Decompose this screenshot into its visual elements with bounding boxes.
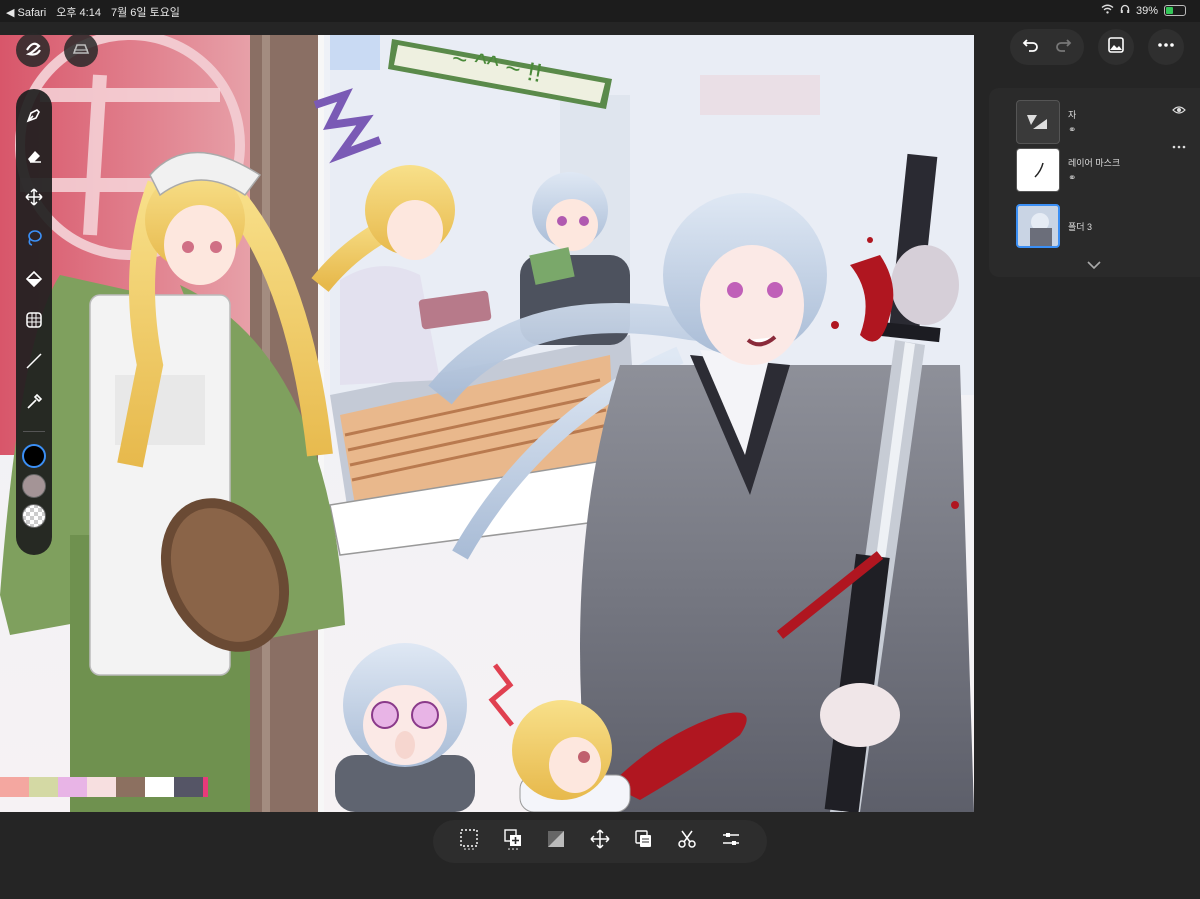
- eraser-tool[interactable]: [20, 144, 48, 172]
- layer-row-folder[interactable]: 폴더 3: [1016, 204, 1092, 248]
- headphones-icon: [1120, 4, 1130, 17]
- battery-percent: 39%: [1135, 4, 1158, 17]
- adjust-button[interactable]: [719, 830, 743, 854]
- palette-color[interactable]: [116, 777, 145, 797]
- layer-name: 자: [1068, 110, 1077, 120]
- palette-color[interactable]: [145, 777, 174, 797]
- gallery-button[interactable]: [1098, 29, 1134, 65]
- gallery-logo-button[interactable]: [16, 33, 50, 67]
- select-icon: [459, 828, 479, 855]
- link-icon: ⚭: [1068, 125, 1077, 136]
- eyedropper-tool[interactable]: [20, 390, 48, 418]
- folder-thumbnail: [1016, 204, 1060, 248]
- undo-redo-group: [1010, 29, 1084, 65]
- layer-options-icon[interactable]: [1172, 136, 1186, 154]
- select-button[interactable]: [457, 828, 481, 855]
- more-options-button[interactable]: [1148, 29, 1184, 65]
- pen-icon: [24, 105, 44, 130]
- fill-tool[interactable]: [20, 267, 48, 295]
- layer-thumbnail: [1016, 100, 1060, 144]
- grid-icon: [24, 310, 44, 335]
- duplicate-icon: [634, 829, 654, 854]
- status-date: 7월 6일 토요일: [110, 7, 180, 19]
- cut-icon: [677, 829, 697, 854]
- transparent-color-swatch[interactable]: [22, 504, 46, 528]
- brush-settings-button[interactable]: [64, 33, 98, 67]
- layer-name: 폴더 3: [1068, 221, 1093, 232]
- lasso-tool[interactable]: [20, 226, 48, 254]
- status-bar: ◀ Safari 오후 4:14 7월 6일 토요일 39%: [0, 0, 1200, 22]
- add-layer-icon: [503, 828, 523, 855]
- line-icon: [24, 351, 44, 376]
- color-palette-strip[interactable]: [0, 777, 208, 797]
- battery-icon: [1164, 5, 1186, 16]
- duplicate-button[interactable]: [632, 830, 656, 854]
- secondary-color-swatch[interactable]: [22, 474, 46, 498]
- layer-row-adjustment[interactable]: 자 ⚭: [1016, 100, 1076, 144]
- redo-icon[interactable]: [1054, 36, 1072, 59]
- adjust-icon: [721, 829, 741, 854]
- link-icon: ⚭: [1068, 173, 1077, 184]
- grid-tool[interactable]: [20, 308, 48, 336]
- layers-panel: 자 ⚭ 레이어 마스크 ⚭ 폴더 3: [989, 88, 1200, 277]
- layer-name: 레이어 마스크: [1068, 158, 1121, 168]
- bottom-toolbar: [433, 820, 767, 863]
- logo-icon: [23, 38, 43, 63]
- chibi-blue: [335, 643, 475, 812]
- palette-color[interactable]: [29, 777, 58, 797]
- palette-color[interactable]: [87, 777, 116, 797]
- drawing-canvas[interactable]: ~ ^^ ~ !!: [0, 35, 974, 812]
- lasso-icon: [24, 228, 44, 253]
- undo-icon[interactable]: [1022, 36, 1040, 59]
- transform-button[interactable]: [588, 829, 612, 854]
- back-to-safari-link[interactable]: ◀ Safari: [6, 6, 46, 19]
- palette-color[interactable]: [0, 777, 29, 797]
- primary-color-swatch[interactable]: [22, 444, 46, 468]
- mask-thumbnail: [1016, 148, 1060, 192]
- procreate-pocket-app: ◀ Safari 오후 4:14 7월 6일 토요일 39% ~ ^^ ~ !!…: [0, 0, 1200, 899]
- toolbar-divider: [23, 431, 45, 432]
- eye-icon[interactable]: [1172, 102, 1186, 120]
- chevron-down-icon[interactable]: [1087, 256, 1101, 274]
- cut-button[interactable]: [675, 830, 699, 854]
- gradient-icon: [546, 829, 566, 854]
- image-icon: [1107, 36, 1125, 59]
- left-toolbar: [16, 89, 52, 555]
- battery-level: [1166, 7, 1174, 14]
- layer-row-mask[interactable]: 레이어 마스크 ⚭: [1016, 148, 1120, 192]
- status-time: 오후 4:14: [56, 7, 101, 19]
- add-layer-button[interactable]: [501, 828, 525, 855]
- pen-tool[interactable]: [20, 103, 48, 131]
- palette-color[interactable]: [58, 777, 87, 797]
- transform-icon: [590, 829, 610, 854]
- ellipsis-icon: [1157, 36, 1175, 59]
- gradient-button[interactable]: [544, 830, 568, 854]
- wifi-icon: [1101, 4, 1114, 17]
- move-icon: [24, 187, 44, 212]
- eraser-icon: [24, 146, 44, 171]
- mountain-icon: [71, 38, 91, 63]
- eyedropper-icon: [24, 392, 44, 417]
- palette-color[interactable]: [174, 777, 203, 797]
- palette-color[interactable]: [203, 777, 208, 797]
- line-tool[interactable]: [20, 349, 48, 377]
- move-tool[interactable]: [20, 185, 48, 213]
- fill-icon: [24, 269, 44, 294]
